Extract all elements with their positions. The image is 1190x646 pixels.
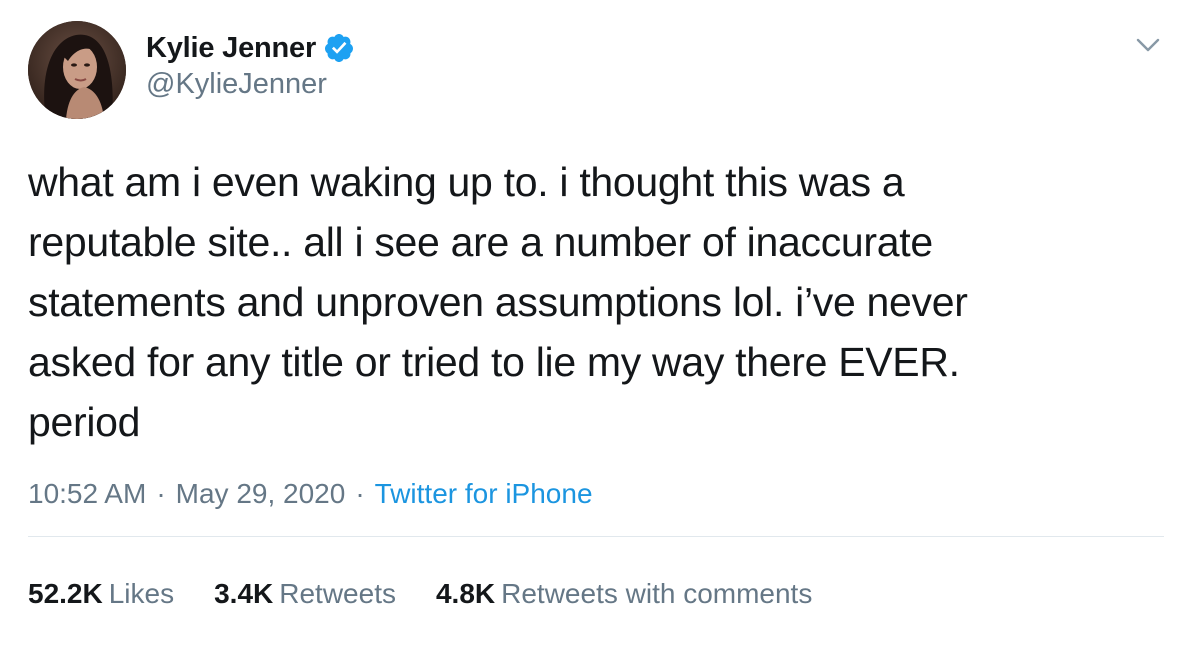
tweet-line: what am i even waking up to. i thought t…: [28, 159, 905, 205]
likes-label: Likes: [108, 578, 175, 609]
quotes-stat[interactable]: 4.8K Retweets with comments: [436, 578, 812, 610]
tweet-stats: 52.2K Likes 3.4K Retweets 4.8K Retweets wit…: [28, 578, 852, 610]
tweet-source-link[interactable]: Twitter for iPhone: [375, 478, 593, 510]
likes-count: 52.2K: [28, 578, 103, 609]
divider: [28, 536, 1164, 537]
chevron-down-icon[interactable]: [1133, 33, 1163, 57]
tweet-meta: 10:52 AM · May 29, 2020 · Twitter for iP…: [28, 478, 593, 510]
retweets-label: Retweets: [279, 578, 396, 609]
tweet-line: period: [28, 399, 141, 445]
avatar[interactable]: [28, 21, 126, 119]
meta-separator: ·: [355, 478, 365, 509]
avatar-photo: [28, 21, 126, 119]
author-handle[interactable]: @KylieJenner: [146, 68, 327, 101]
retweets-count: 3.4K: [214, 578, 274, 609]
author-display-name[interactable]: Kylie Jenner: [146, 32, 316, 65]
meta-separator: ·: [156, 478, 166, 509]
tweet-time[interactable]: 10:52 AM: [28, 478, 146, 510]
tweet-date[interactable]: May 29, 2020: [176, 478, 346, 510]
retweets-stat[interactable]: 3.4K Retweets: [214, 578, 396, 610]
tweet-line: asked for any title or tried to lie my w…: [28, 339, 960, 385]
tweet-text: what am i even waking up to. i thought t…: [28, 152, 1148, 452]
author-name-row[interactable]: Kylie Jenner: [146, 28, 355, 68]
tweet-line: statements and unproven assumptions lol.…: [28, 279, 968, 325]
verified-badge-icon: [323, 32, 355, 64]
quotes-count: 4.8K: [435, 578, 496, 609]
likes-stat[interactable]: 52.2K Likes: [28, 578, 174, 610]
quotes-label: Retweets with comments: [501, 578, 813, 609]
tweet-line: reputable site.. all i see are a number …: [28, 219, 933, 265]
